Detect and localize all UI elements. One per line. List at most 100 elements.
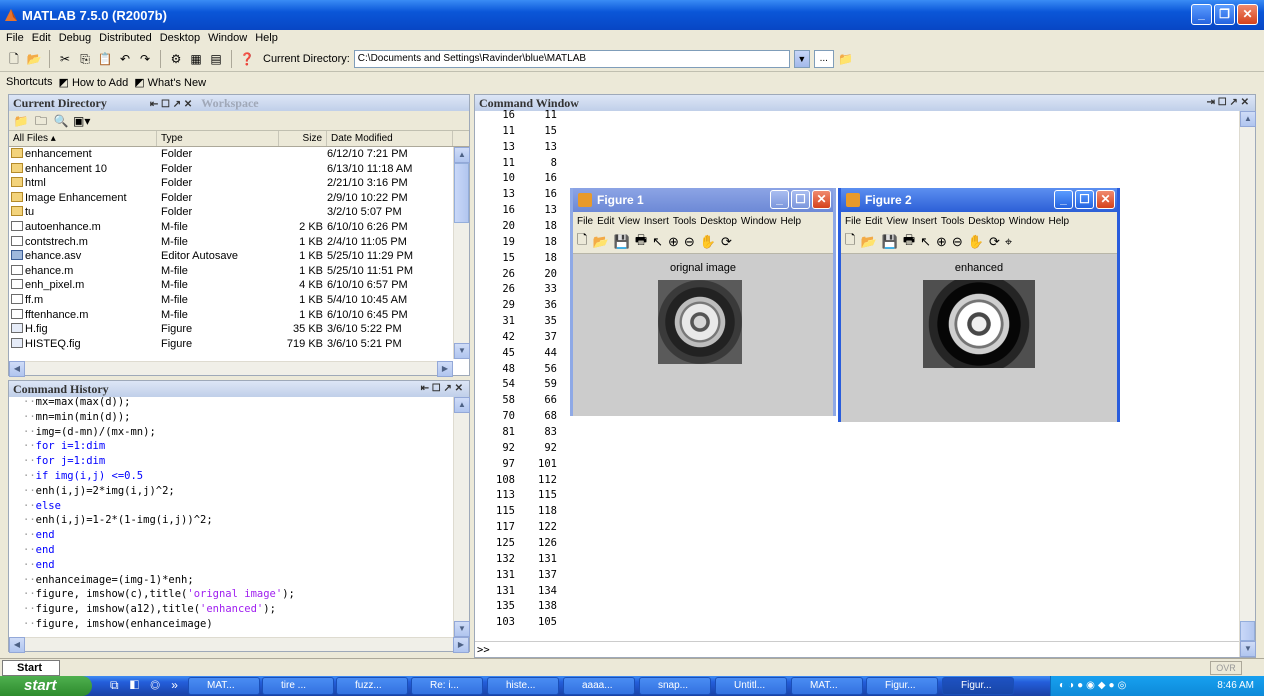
- scroll-down-icon[interactable]: ▼: [454, 621, 470, 637]
- taskbar-task-button[interactable]: fuzz...: [336, 677, 408, 695]
- open-file-icon[interactable]: 📂: [592, 234, 608, 250]
- file-row[interactable]: contstrech.m M-file 1 KB 2/4/10 11:05 PM: [9, 235, 469, 250]
- scroll-left-icon[interactable]: ◀: [9, 361, 25, 377]
- fig1-menu-desktop[interactable]: Desktop: [700, 216, 737, 227]
- menu-window[interactable]: Window: [208, 32, 247, 44]
- zoom-in-icon[interactable]: ⊕: [936, 234, 947, 250]
- scroll-thumb[interactable]: [454, 163, 469, 223]
- minimize-button[interactable]: _: [1191, 4, 1212, 25]
- fig1-menu-view[interactable]: View: [618, 216, 640, 227]
- undo-icon[interactable]: ↶: [117, 51, 133, 67]
- file-row[interactable]: ehance.m M-file 1 KB 5/25/10 11:51 PM: [9, 264, 469, 279]
- file-row[interactable]: H.fig Figure 35 KB 3/6/10 5:22 PM: [9, 322, 469, 337]
- print-icon[interactable]: 🖶: [903, 231, 915, 253]
- file-row[interactable]: enh_pixel.m M-file 4 KB 6/10/10 6:57 PM: [9, 278, 469, 293]
- rotate-3d-icon[interactable]: ⟳: [721, 234, 732, 250]
- matlab-start-button[interactable]: Start: [2, 660, 60, 676]
- fig1-menu-window[interactable]: Window: [741, 216, 777, 227]
- menu-debug[interactable]: Debug: [59, 32, 91, 44]
- taskbar-task-button[interactable]: MAT...: [188, 677, 260, 695]
- pointer-icon[interactable]: ↖: [920, 234, 931, 250]
- panel-controls[interactable]: ⇤ ☐ ↗ ✕: [421, 381, 463, 397]
- fig2-menu-help[interactable]: Help: [1049, 216, 1070, 227]
- cut-icon[interactable]: ✂: [57, 51, 73, 67]
- file-row[interactable]: html Folder 2/21/10 3:16 PM: [9, 176, 469, 191]
- paste-icon[interactable]: 📋: [97, 51, 113, 67]
- open-file-icon[interactable]: 📂: [26, 51, 42, 67]
- menu-help[interactable]: Help: [255, 32, 278, 44]
- zoom-in-icon[interactable]: ⊕: [668, 234, 679, 250]
- file-row[interactable]: Image Enhancement Folder 2/9/10 10:22 PM: [9, 191, 469, 206]
- simulink-icon[interactable]: ⚙: [168, 51, 184, 67]
- shortcut-whats-new[interactable]: ◩ What's New: [134, 76, 206, 89]
- fig1-menu-help[interactable]: Help: [781, 216, 802, 227]
- figure-1-window[interactable]: Figure 1 _ ☐ ✕ File Edit View Insert Too…: [570, 188, 836, 416]
- tray-icons[interactable]: ◐◑●◉◆●◎: [1059, 676, 1129, 696]
- figure-2-window[interactable]: Figure 2 _ ☐ ✕ File Edit View Insert Too…: [838, 188, 1120, 422]
- column-date-modified[interactable]: Date Modified: [327, 131, 453, 146]
- fig2-menu-window[interactable]: Window: [1009, 216, 1045, 227]
- scroll-up-icon[interactable]: ▲: [454, 147, 470, 163]
- taskbar-task-button[interactable]: MAT...: [791, 677, 863, 695]
- data-cursor-icon[interactable]: ⌖: [1005, 234, 1012, 250]
- directory-dropdown-button[interactable]: ▼: [793, 49, 810, 68]
- figure-2-maximize-button[interactable]: ☐: [1075, 190, 1094, 209]
- help-icon[interactable]: ❓: [239, 51, 255, 67]
- fig2-menu-tools[interactable]: Tools: [941, 216, 964, 227]
- column-type[interactable]: Type: [157, 131, 279, 146]
- maximize-button[interactable]: ❐: [1214, 4, 1235, 25]
- figure-2-title-bar[interactable]: Figure 2 _ ☐ ✕: [841, 188, 1117, 212]
- fig1-menu-tools[interactable]: Tools: [673, 216, 696, 227]
- menu-desktop[interactable]: Desktop: [160, 32, 200, 44]
- zoom-out-icon[interactable]: ⊖: [684, 234, 695, 250]
- up-folder-icon[interactable]: 📁: [838, 51, 854, 67]
- fig2-menu-view[interactable]: View: [886, 216, 908, 227]
- history-horizontal-scrollbar[interactable]: ◀ ▶: [9, 637, 469, 653]
- taskbar-task-button[interactable]: aaaa...: [563, 677, 635, 695]
- shortcut-how-to-add[interactable]: ◩ How to Add: [58, 76, 128, 89]
- zoom-out-icon[interactable]: ⊖: [952, 234, 963, 250]
- reports-icon[interactable]: ▣▾: [73, 113, 90, 129]
- menu-file[interactable]: File: [6, 32, 24, 44]
- taskbar-task-button[interactable]: Untitl...: [715, 677, 787, 695]
- save-icon[interactable]: 💾: [614, 234, 630, 250]
- panel-controls[interactable]: ⇥ ☐ ↗ ✕: [1207, 95, 1249, 111]
- taskbar-task-button[interactable]: tire ...: [262, 677, 334, 695]
- pan-icon[interactable]: ✋: [700, 234, 716, 250]
- file-row[interactable]: ehance.asv Editor Autosave 1 KB 5/25/10 11:…: [9, 249, 469, 264]
- scroll-down-icon[interactable]: ▼: [454, 343, 470, 359]
- scroll-right-icon[interactable]: ▶: [453, 637, 469, 653]
- open-file-icon[interactable]: 📂: [860, 234, 876, 250]
- figure-2-close-button[interactable]: ✕: [1096, 190, 1115, 209]
- file-row[interactable]: autoenhance.m M-file 2 KB 6/10/10 6:26 PM: [9, 220, 469, 235]
- history-line[interactable]: ··figure, imshow(enhanceimage): [23, 615, 213, 634]
- pan-icon[interactable]: ✋: [968, 234, 984, 250]
- figure-1-maximize-button[interactable]: ☐: [791, 190, 810, 209]
- taskbar-task-button[interactable]: snap...: [639, 677, 711, 695]
- panel-controls[interactable]: ⇤ ☐ ↗ ✕: [150, 99, 192, 110]
- taskbar-task-button[interactable]: histe...: [487, 677, 559, 695]
- scroll-down-icon[interactable]: ▼: [1240, 641, 1256, 657]
- print-icon[interactable]: 🖶: [635, 231, 647, 253]
- current-directory-field[interactable]: C:\Documents and Settings\Ravinder\blue\…: [353, 49, 790, 68]
- fig2-menu-edit[interactable]: Edit: [865, 216, 882, 227]
- scroll-up-icon[interactable]: ▲: [1240, 111, 1256, 127]
- taskbar-task-button[interactable]: Figur...: [942, 677, 1014, 695]
- redo-icon[interactable]: ↷: [137, 51, 153, 67]
- file-row[interactable]: enhancement 10 Folder 6/13/10 11:18 AM: [9, 162, 469, 177]
- profiler-icon[interactable]: ▤: [208, 51, 224, 67]
- file-row[interactable]: tu Folder 3/2/10 5:07 PM: [9, 205, 469, 220]
- file-list-vertical-scrollbar[interactable]: ▲ ▼: [453, 147, 470, 359]
- file-row[interactable]: enhancement Folder 6/12/10 7:21 PM: [9, 147, 469, 162]
- fig1-menu-file[interactable]: File: [577, 216, 593, 227]
- fig2-menu-file[interactable]: File: [845, 216, 861, 227]
- up-folder-icon[interactable]: 📁: [13, 113, 29, 129]
- column-size[interactable]: Size: [279, 131, 327, 146]
- rotate-3d-icon[interactable]: ⟳: [989, 234, 1000, 250]
- quick-launch-icons[interactable]: ⧉ ◧ ◎ »: [110, 678, 182, 693]
- copy-icon[interactable]: ⎘: [77, 51, 93, 67]
- command-window-scrollbar[interactable]: ▲ ▼: [1239, 111, 1256, 657]
- current-directory-title[interactable]: Current Directory: [13, 96, 107, 110]
- menu-edit[interactable]: Edit: [32, 32, 51, 44]
- new-figure-icon[interactable]: 🗋: [845, 231, 855, 253]
